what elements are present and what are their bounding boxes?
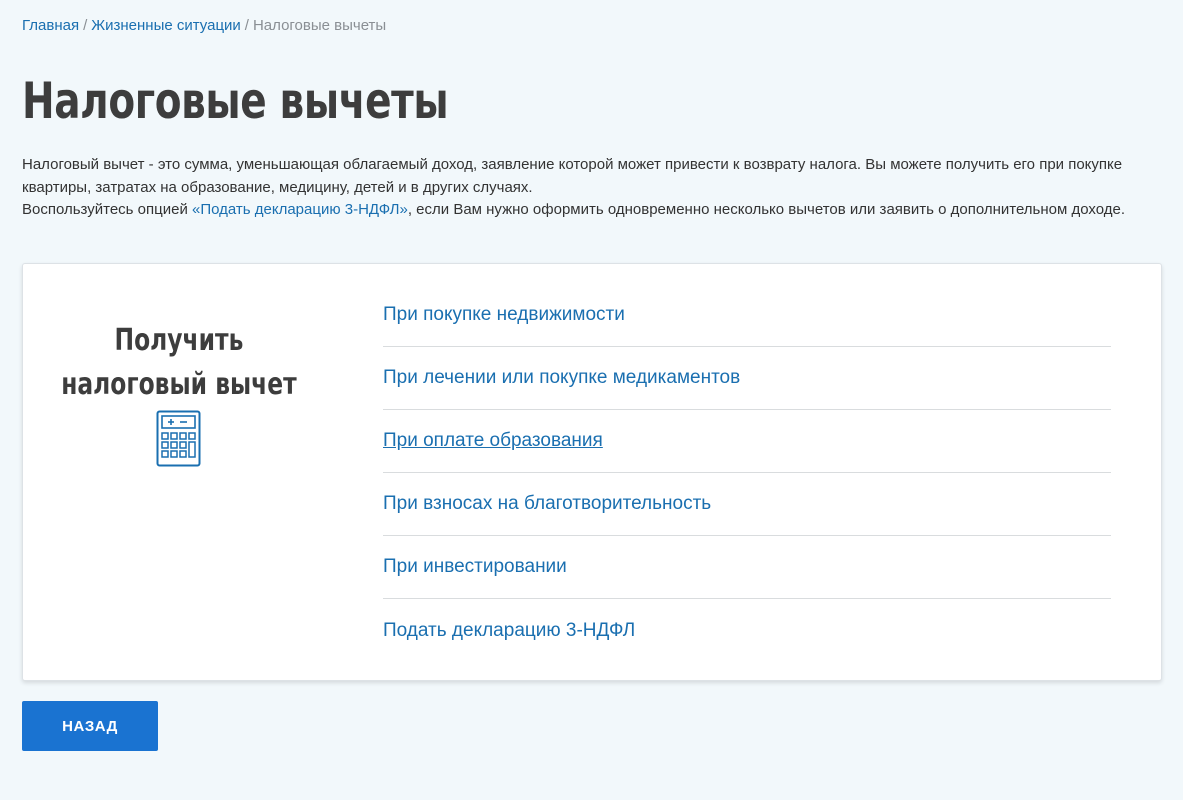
intro-line-2-before: Воспользуйтесь опцией: [22, 201, 192, 218]
link-medical[interactable]: При лечении или покупке медикаментов: [383, 367, 740, 389]
card-heading: Получить налоговый вычет: [23, 319, 335, 407]
deduction-links: При покупке недвижимости При лечении или…: [383, 284, 1111, 662]
card-title-line-1: Получить: [114, 323, 244, 358]
intro-text: Налоговый вычет - это сумма, уменьшающая…: [22, 154, 1152, 222]
page-title: Налоговые вычеты: [22, 72, 449, 130]
breadcrumb-separator: /: [83, 17, 88, 34]
breadcrumb-separator: /: [244, 17, 249, 34]
link-investment[interactable]: При инвестировании: [383, 556, 567, 578]
breadcrumb: Главная / Жизненные ситуации / Налоговые выч…: [22, 17, 386, 34]
breadcrumb-link-life-situations[interactable]: Жизненные ситуации: [91, 17, 241, 34]
deduction-card: Получить налоговый вычет При покупке нед…: [22, 263, 1162, 681]
link-declaration-3ndfl[interactable]: Подать декларацию 3-НДФЛ: [383, 620, 635, 642]
card-title: Получить налоговый вычет: [61, 319, 296, 407]
card-title-line-2: налоговый вычет: [61, 367, 297, 402]
link-education[interactable]: При оплате образования: [383, 430, 603, 452]
intro-line-1: Налоговый вычет - это сумма, уменьшающая…: [22, 156, 1123, 196]
link-charity[interactable]: При взносах на благотворительность: [383, 493, 711, 515]
intro-line-2-after: , если Вам нужно оформить одновременно н…: [407, 201, 1126, 218]
breadcrumb-current: Налоговые вычеты: [252, 17, 387, 34]
declaration-link[interactable]: «Подать декларацию 3-НДФЛ»: [192, 201, 408, 218]
link-real-estate[interactable]: При покупке недвижимости: [383, 304, 625, 326]
list-item: При оплате образования: [383, 410, 1111, 473]
list-item: При лечении или покупке медикаментов: [383, 347, 1111, 410]
list-item: При инвестировании: [383, 536, 1111, 599]
breadcrumb-link-home[interactable]: Главная: [22, 17, 79, 34]
list-item: Подать декларацию 3-НДФЛ: [383, 599, 1111, 662]
list-item: При взносах на благотворительность: [383, 473, 1111, 536]
calculator-icon: [156, 410, 201, 467]
back-button[interactable]: НАЗАД: [22, 701, 158, 751]
list-item: При покупке недвижимости: [383, 284, 1111, 347]
